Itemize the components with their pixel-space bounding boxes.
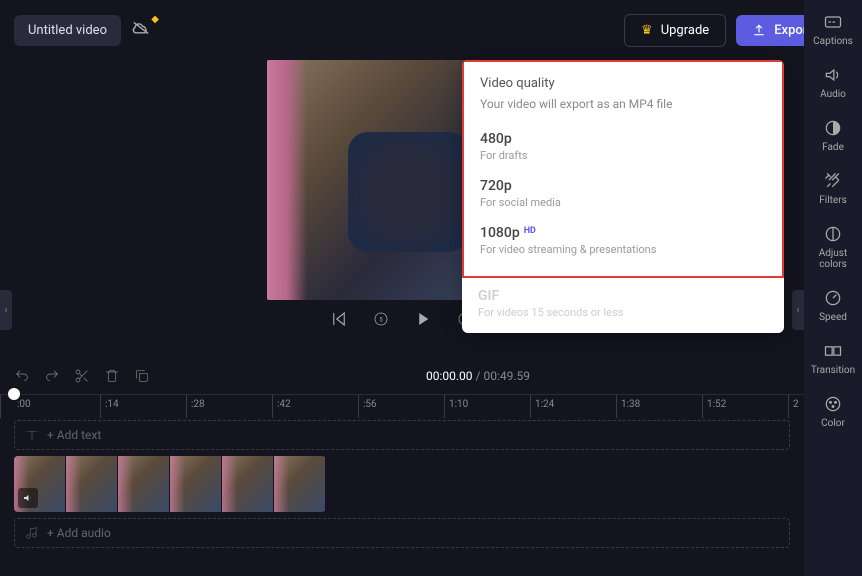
project-title[interactable]: Untitled video: [14, 15, 121, 46]
captions-icon: [823, 12, 843, 32]
dropdown-subtitle: Your video will export as an MP4 file: [480, 97, 766, 111]
sidebar-item-speed[interactable]: Speed: [819, 288, 847, 323]
right-sidebar: Captions Audio Fade Filters Adjust color…: [804, 0, 862, 576]
transition-icon: [823, 341, 843, 361]
undo-icon[interactable]: [14, 368, 30, 384]
video-clip-track[interactable]: [14, 456, 326, 512]
ruler-tick: :28: [186, 395, 272, 418]
upgrade-button[interactable]: ♛ Upgrade: [624, 14, 726, 47]
sidebar-item-filters[interactable]: Filters: [819, 171, 847, 206]
quality-option-720p[interactable]: 720p For social media: [480, 172, 766, 219]
ruler-tick: 1:52: [702, 395, 788, 418]
ruler-tick: :42: [272, 395, 358, 418]
audio-icon: [823, 65, 843, 85]
duplicate-icon[interactable]: [134, 368, 150, 384]
timeline-tracks: + Add text + Add audio: [14, 420, 790, 554]
playhead[interactable]: [8, 388, 20, 400]
timeline-ruler[interactable]: :00 :14 :28 :42 :56 1:10 1:24 1:38 1:52 …: [0, 394, 804, 418]
quality-option-1080p[interactable]: 1080pHD For video streaming & presentati…: [480, 219, 766, 266]
redo-icon[interactable]: [44, 368, 60, 384]
clip-audio-icon: [18, 488, 38, 508]
ruler-tick: 1:24: [530, 395, 616, 418]
add-text-track[interactable]: + Add text: [14, 420, 790, 450]
trash-icon[interactable]: [104, 368, 120, 384]
music-icon: [25, 526, 39, 540]
text-icon: [25, 428, 39, 442]
cloud-sync-off-icon[interactable]: ◆: [131, 20, 151, 41]
play-icon[interactable]: [414, 310, 432, 328]
sidebar-item-audio[interactable]: Audio: [820, 65, 846, 100]
playback-controls: 5 5: [330, 310, 474, 328]
right-panel-toggle[interactable]: ‹: [792, 290, 804, 330]
ruler-tick: :14: [100, 395, 186, 418]
sidebar-item-fade[interactable]: Fade: [822, 118, 844, 153]
svg-text:5: 5: [379, 316, 383, 323]
fade-icon: [823, 118, 843, 138]
left-panel-toggle[interactable]: ›: [0, 290, 12, 330]
filters-icon: [823, 171, 843, 191]
upload-icon: [752, 23, 766, 37]
ruler-tick: 1:38: [616, 395, 702, 418]
adjust-colors-icon: [823, 224, 843, 244]
dropdown-title: Video quality: [480, 76, 766, 91]
top-bar: Untitled video ◆ ♛ Upgrade Export: [0, 0, 862, 60]
sidebar-item-captions[interactable]: Captions: [813, 12, 853, 47]
quality-option-480p[interactable]: 480p For drafts: [480, 125, 766, 172]
sidebar-item-transition[interactable]: Transition: [811, 341, 855, 376]
ruler-tick: :56: [358, 395, 444, 418]
sidebar-item-adjust-colors[interactable]: Adjust colors: [804, 224, 862, 270]
ruler-tick: 2: [788, 395, 862, 418]
timeline-toolbar: 00:00.00 / 00:49.59: [0, 358, 804, 394]
crown-icon: ♛: [641, 23, 653, 38]
speed-icon: [823, 288, 843, 308]
ruler-tick: 1:10: [444, 395, 530, 418]
rewind-5-icon[interactable]: 5: [372, 310, 390, 328]
quality-option-gif[interactable]: GIF For videos 15 seconds or less: [462, 278, 784, 333]
scissors-icon[interactable]: [74, 368, 90, 384]
add-audio-track[interactable]: + Add audio: [14, 518, 790, 548]
timecode: 00:00.00 / 00:49.59: [426, 369, 530, 384]
skip-back-icon[interactable]: [330, 310, 348, 328]
export-quality-dropdown: Video quality Your video will export as …: [462, 60, 784, 333]
